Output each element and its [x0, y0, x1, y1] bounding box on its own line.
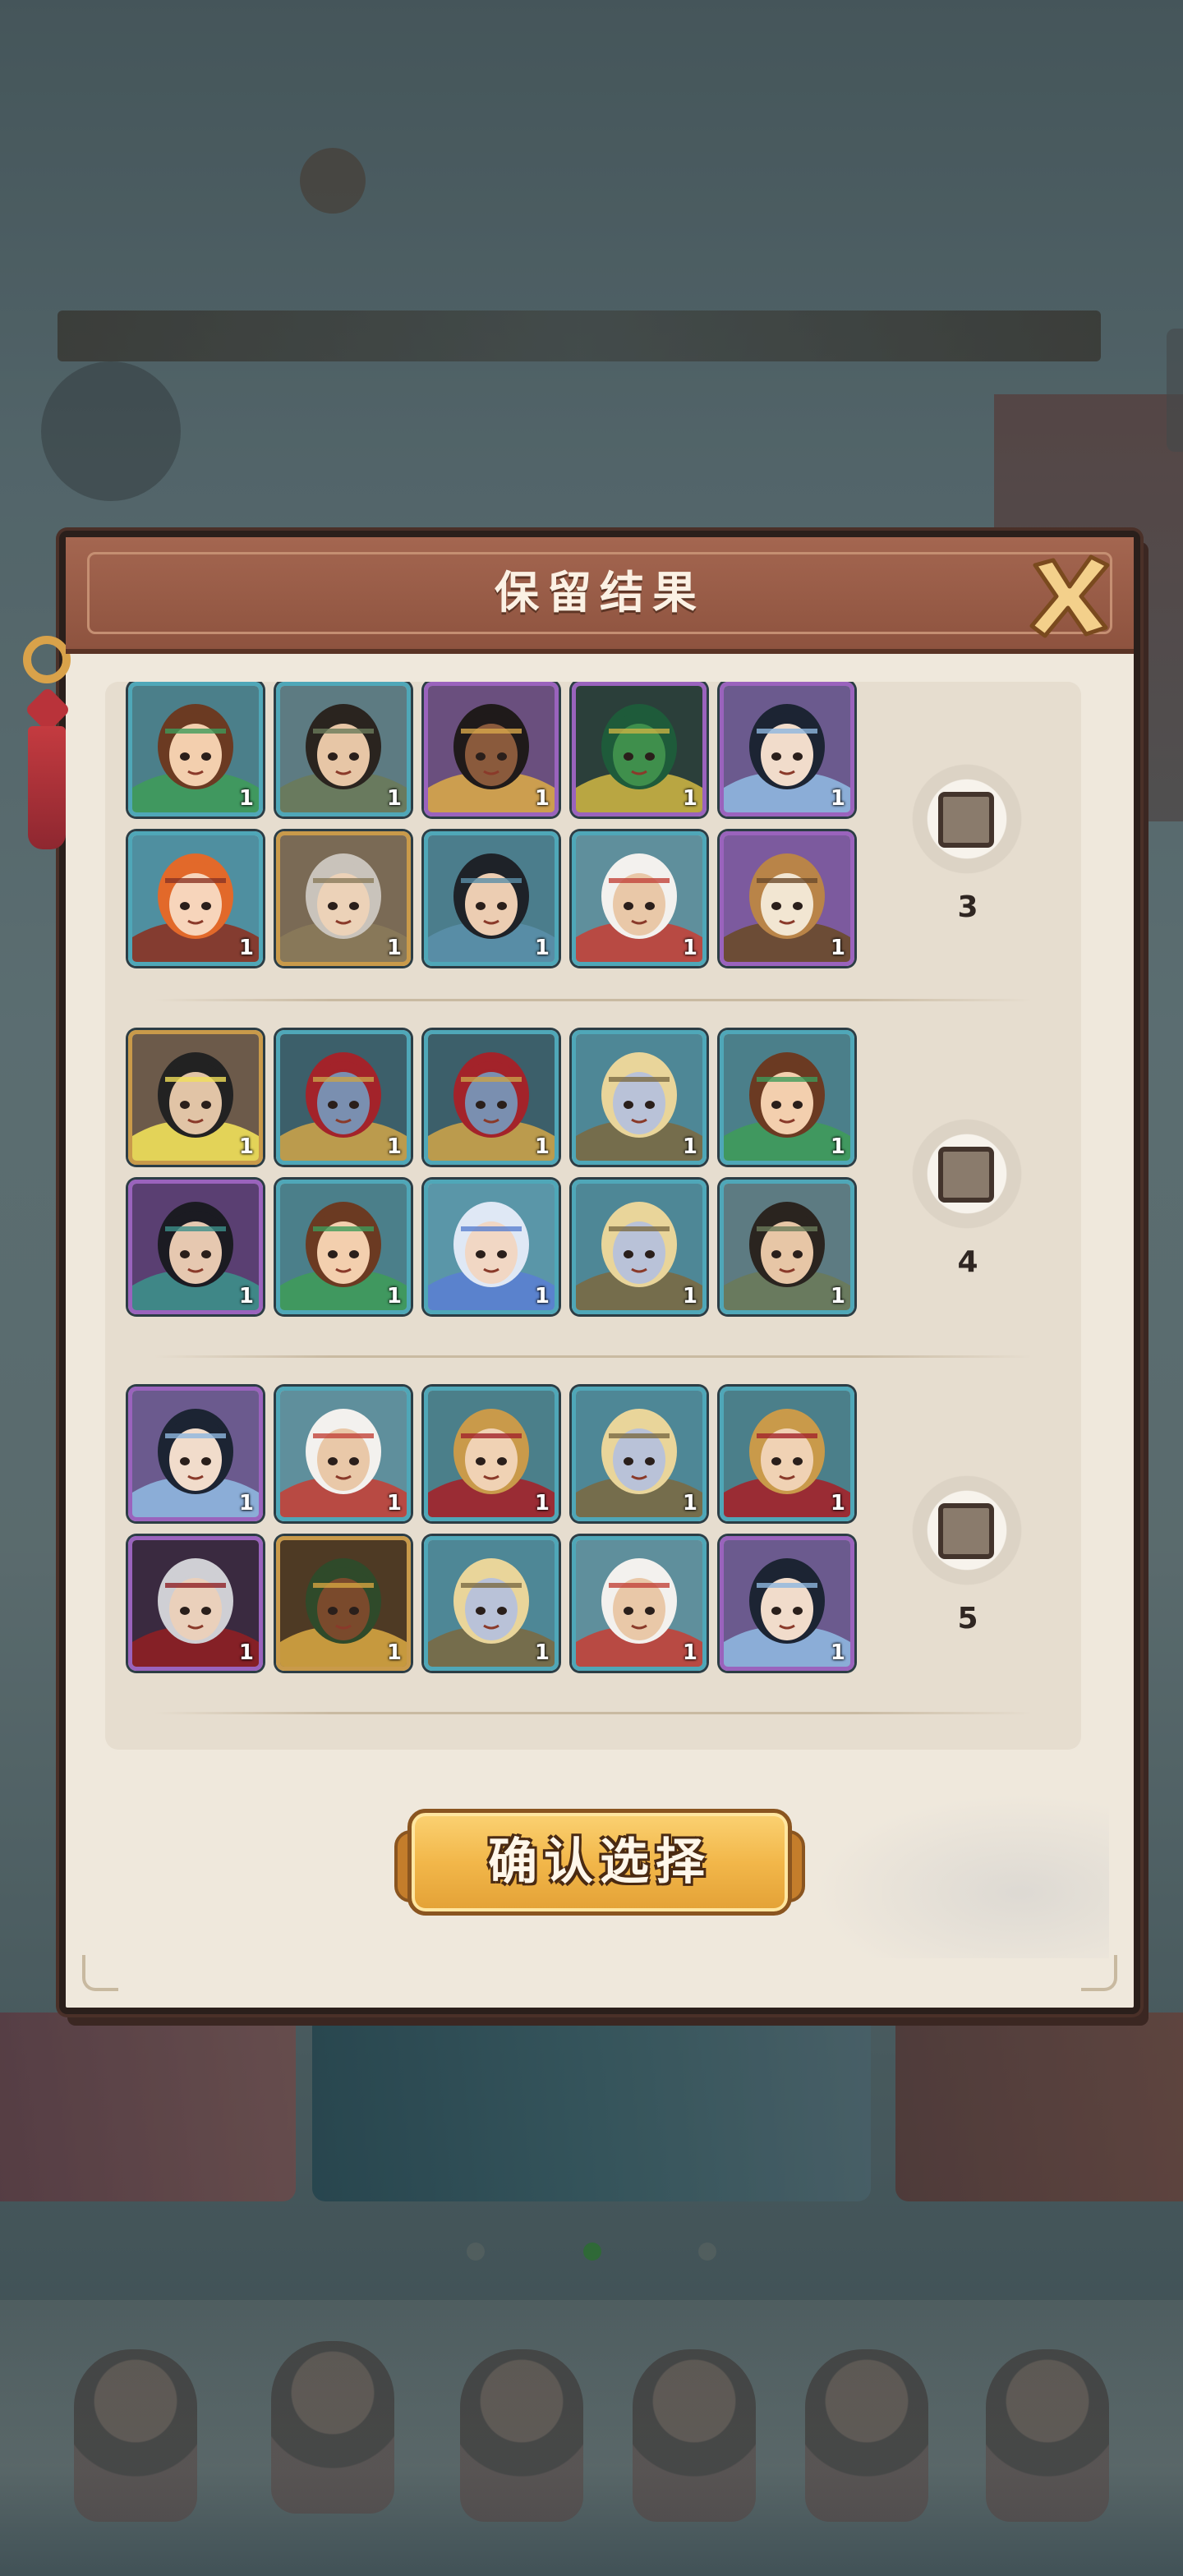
hero-card[interactable]: 1: [720, 1387, 854, 1521]
hero-card[interactable]: 1: [572, 682, 707, 816]
hero-card[interactable]: 1: [424, 1387, 559, 1521]
hero-level: 1: [386, 786, 402, 811]
confirm-selection-label: 确认选择: [488, 1833, 711, 1891]
hero-card[interactable]: 1: [572, 1387, 707, 1521]
hero-level: 1: [534, 1640, 550, 1665]
hero-level: 1: [682, 1284, 697, 1309]
hero-card[interactable]: 1: [572, 831, 707, 966]
hero-level: 1: [682, 1640, 697, 1665]
hero-card[interactable]: 1: [572, 1536, 707, 1671]
hero-level: 1: [386, 1491, 402, 1516]
select-option[interactable]: 3: [902, 757, 1033, 924]
hero-level: 1: [386, 1640, 402, 1665]
hero-card[interactable]: 1: [720, 831, 854, 966]
result-list[interactable]: 1 1 1 1 1 1 1 1 1 1 3 1 1 1 1 1 1 1 1 1 …: [105, 682, 1081, 1750]
hero-level: 1: [682, 936, 697, 960]
hero-level: 1: [830, 786, 845, 811]
dialog-title: 保留结果: [495, 567, 705, 619]
hero-level: 1: [534, 1134, 550, 1159]
hero-card[interactable]: 1: [572, 1030, 707, 1165]
hero-level: 1: [830, 1134, 845, 1159]
select-checkbox[interactable]: [938, 1503, 994, 1559]
refresh-count-label: 4: [957, 1245, 978, 1279]
hero-card[interactable]: 1: [276, 682, 411, 816]
corner-ornament: [1081, 1955, 1117, 1991]
hero-card[interactable]: 1: [424, 1536, 559, 1671]
hero-card[interactable]: 1: [128, 1536, 263, 1671]
hero-card[interactable]: 1: [276, 1536, 411, 1671]
group-divider: [154, 1712, 1032, 1714]
select-checkbox[interactable]: [938, 792, 994, 848]
hero-card[interactable]: 1: [424, 682, 559, 816]
hero-card[interactable]: 1: [720, 682, 854, 816]
hero-card[interactable]: 1: [128, 1180, 263, 1314]
group-divider: [154, 1355, 1032, 1358]
refresh-count-label: 5: [957, 1602, 978, 1635]
hero-card[interactable]: 1: [128, 831, 263, 966]
hero-card[interactable]: 1: [276, 1030, 411, 1165]
result-group-1: 1 1 1 1 1 1 1 1 1 1 3: [105, 682, 1081, 994]
hero-level: 1: [682, 1491, 697, 1516]
hero-card[interactable]: 1: [276, 1180, 411, 1314]
hero-card[interactable]: 1: [720, 1536, 854, 1671]
select-checkbox[interactable]: [938, 1147, 994, 1203]
close-icon: [1029, 554, 1110, 638]
select-option[interactable]: 4: [902, 1112, 1033, 1279]
hero-level: 1: [534, 936, 550, 960]
game-screen: 保留结果 1 1 1 1 1 1 1 1 1 1 3 1 1 1 1 1 1 1…: [0, 0, 1183, 2576]
hero-card[interactable]: 1: [720, 1030, 854, 1165]
hero-level: 1: [238, 1134, 254, 1159]
hero-level: 1: [238, 1640, 254, 1665]
ink-wash-decoration: [813, 1794, 1109, 1958]
hero-level: 1: [534, 1284, 550, 1309]
hero-card[interactable]: 1: [276, 831, 411, 966]
tassel-ornament: [18, 636, 84, 882]
hero-card[interactable]: 1: [128, 682, 263, 816]
hero-card[interactable]: 1: [424, 1030, 559, 1165]
hero-level: 1: [238, 1491, 254, 1516]
confirm-selection-button[interactable]: 确认选择: [394, 1801, 805, 1924]
hero-level: 1: [830, 1640, 845, 1665]
hero-level: 1: [386, 1134, 402, 1159]
hero-card[interactable]: 1: [424, 1180, 559, 1314]
hero-card[interactable]: 1: [572, 1180, 707, 1314]
hero-level: 1: [534, 1491, 550, 1516]
hero-level: 1: [386, 936, 402, 960]
hero-grid: 1 1 1 1 1 1 1 1 1 1: [128, 1030, 868, 1314]
hero-level: 1: [238, 936, 254, 960]
hero-grid: 1 1 1 1 1 1 1 1 1 1: [128, 1387, 868, 1671]
dialog-header: 保留结果: [66, 537, 1134, 654]
keep-result-dialog: 保留结果 1 1 1 1 1 1 1 1 1 1 3 1 1 1 1 1 1 1…: [23, 531, 1140, 2014]
refresh-count-label: 3: [957, 890, 978, 924]
hero-level: 1: [682, 786, 697, 811]
hero-card[interactable]: 1: [128, 1030, 263, 1165]
hero-level: 1: [534, 786, 550, 811]
group-divider: [154, 999, 1032, 1001]
hero-level: 1: [830, 936, 845, 960]
select-option[interactable]: 5: [902, 1469, 1033, 1635]
hero-card[interactable]: 1: [424, 831, 559, 966]
hero-level: 1: [830, 1284, 845, 1309]
corner-ornament: [82, 1955, 118, 1991]
hero-card[interactable]: 1: [720, 1180, 854, 1314]
hero-level: 1: [238, 1284, 254, 1309]
hero-card[interactable]: 1: [128, 1387, 263, 1521]
result-group-3: 1 1 1 1 1 1 1 1 1 1 5: [105, 1387, 1081, 1682]
hero-level: 1: [830, 1491, 845, 1516]
hero-grid: 1 1 1 1 1 1 1 1 1 1: [128, 682, 868, 966]
hero-level: 1: [386, 1284, 402, 1309]
hero-level: 1: [682, 1134, 697, 1159]
hero-card[interactable]: 1: [276, 1387, 411, 1521]
result-group-2: 1 1 1 1 1 1 1 1 1 1 4: [105, 1030, 1081, 1326]
hero-level: 1: [238, 786, 254, 811]
close-button[interactable]: [1020, 547, 1119, 646]
